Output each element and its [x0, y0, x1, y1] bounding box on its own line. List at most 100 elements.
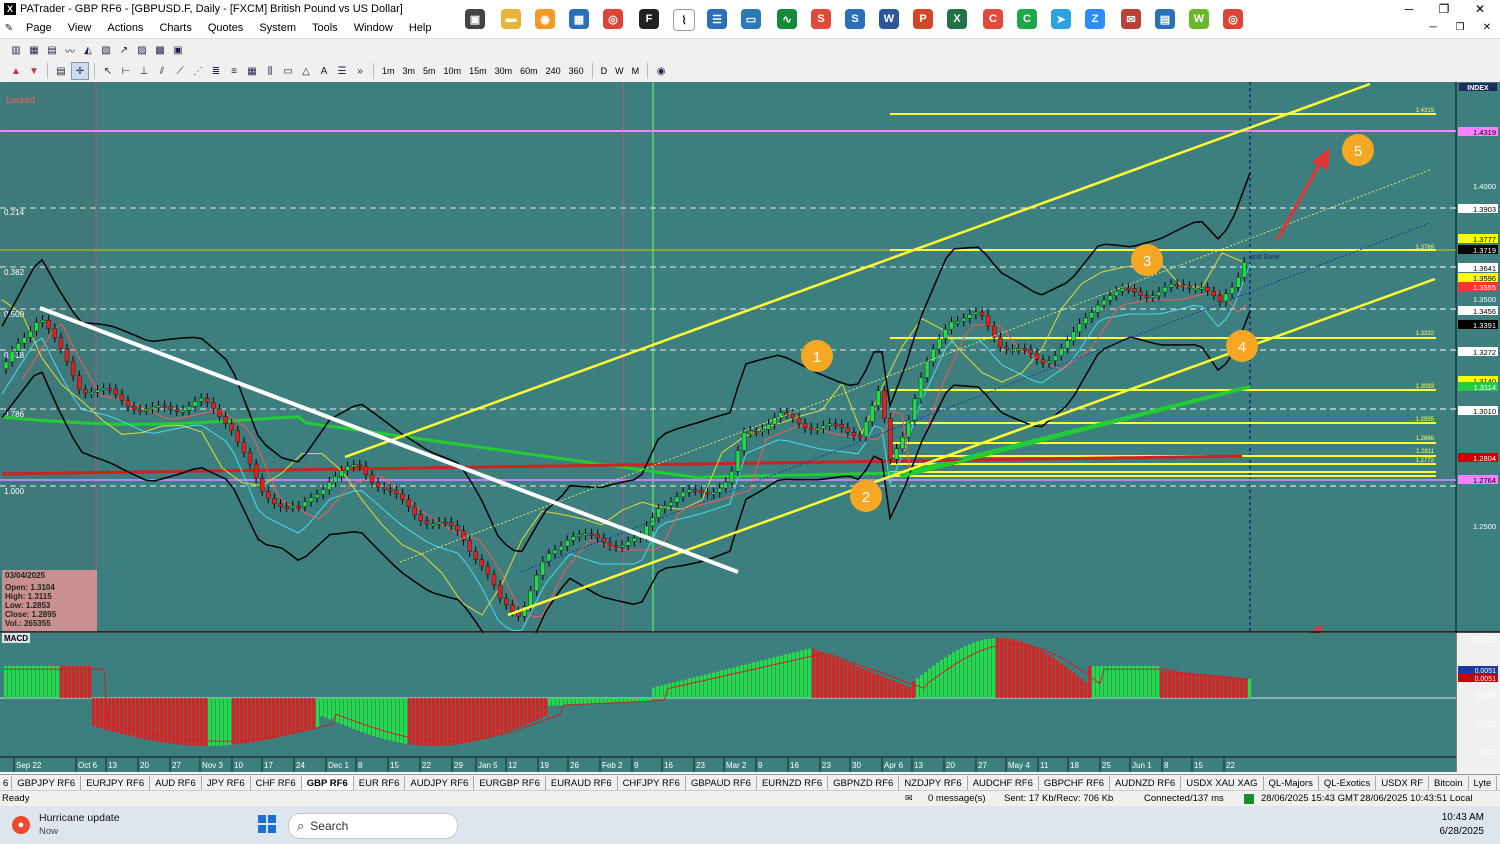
symbol-tab[interactable]: NZDJPY RF6 [899, 775, 968, 791]
vertical-line-icon[interactable]: ⊥ [136, 63, 152, 79]
bar-chart-icon[interactable]: ▥ [8, 42, 24, 58]
file-explorer-icon[interactable]: ▬ [501, 9, 521, 29]
telegram-icon[interactable]: ➤ [1051, 9, 1071, 29]
rectangle-icon[interactable]: ▭ [280, 63, 296, 79]
fan-icon[interactable]: ⋰ [190, 63, 206, 79]
menu-help[interactable]: Help [401, 22, 440, 34]
symbol-tab[interactable]: USDX XAU XAG [1181, 775, 1264, 791]
menu-quotes[interactable]: Quotes [200, 22, 251, 34]
pointer-icon[interactable]: ↖ [100, 63, 116, 79]
app-s-icon[interactable]: S [811, 9, 831, 29]
clock-icon[interactable]: ◉ [653, 63, 669, 79]
symbol-tab[interactable]: QL-Majors [1264, 775, 1319, 791]
menu-tools[interactable]: Tools [304, 22, 346, 34]
weather-alert-icon[interactable]: ● [12, 816, 30, 834]
indicator-icon[interactable]: ▣ [170, 42, 186, 58]
crosshair-icon[interactable]: ✛ [71, 62, 89, 80]
app-s2-icon[interactable]: S [845, 9, 865, 29]
tf-1m[interactable]: 1m [378, 66, 399, 76]
tf-60m[interactable]: 60m [516, 66, 542, 76]
powerpoint-icon[interactable]: P [913, 9, 933, 29]
child-close-button[interactable]: ✕ [1470, 18, 1500, 36]
symbol-tab[interactable]: GBPNZD RF6 [828, 775, 900, 791]
word-icon[interactable]: W [879, 9, 899, 29]
page-icon[interactable]: ✎ [1, 20, 17, 36]
menu-system[interactable]: System [251, 22, 304, 34]
symbol-tab[interactable]: GBPAUD RF6 [686, 775, 757, 791]
tf-3m[interactable]: 3m [399, 66, 420, 76]
symbol-tab[interactable]: GBPJPY RF6 [12, 775, 82, 791]
text-icon[interactable]: A [316, 63, 332, 79]
zoom-icon[interactable]: Z [1085, 9, 1105, 29]
chart-app-icon[interactable]: ∿ [777, 9, 797, 29]
menu-actions[interactable]: Actions [99, 22, 151, 34]
calendar-icon[interactable]: ▤ [1155, 9, 1175, 29]
symbol-tab[interactable]: CHF RF6 [251, 775, 302, 791]
symbol-tab[interactable]: AUDJPY RF6 [405, 775, 475, 791]
symbol-tab[interactable]: JPY RF6 [202, 775, 251, 791]
mail-app-icon[interactable]: ✉ [1121, 9, 1141, 29]
tf-30m[interactable]: 30m [491, 66, 517, 76]
symbol-tab[interactable]: QL-Exotics [1319, 775, 1377, 791]
fib-icon[interactable]: ≣ [208, 63, 224, 79]
tf-360[interactable]: 360 [565, 66, 588, 76]
symbol-tab[interactable]: GBPCHF RF6 [1039, 775, 1111, 791]
patrader-icon[interactable]: ⌇ [673, 9, 695, 31]
symbol-tab[interactable]: EURAUD RF6 [546, 775, 618, 791]
symbol-tab[interactable]: AUDNZD RF6 [1110, 775, 1182, 791]
candle-chart-icon[interactable]: ▦ [26, 42, 42, 58]
chrome-icon[interactable]: ◎ [603, 9, 623, 29]
histogram-icon[interactable]: ▩ [152, 42, 168, 58]
fc-app-icon[interactable]: F [639, 9, 659, 29]
symbol-tab[interactable]: GBP RF6 [301, 775, 354, 791]
fib-ext-icon[interactable]: ≡ [226, 63, 242, 79]
symbol-tab[interactable]: AUDCHF RF6 [968, 775, 1039, 791]
symbol-tab[interactable]: CHFJPY RF6 [618, 775, 686, 791]
symbol-tab[interactable]: EURGBP RF6 [474, 775, 546, 791]
minimize-button[interactable]: ─ [1392, 0, 1426, 18]
symbol-tab[interactable]: EURJPY RF6 [81, 775, 151, 791]
cycle-icon[interactable]: ⫼ [262, 63, 278, 79]
symbol-tab[interactable]: EURNZD RF6 [757, 775, 829, 791]
symbol-tab[interactable]: Lyte [1469, 775, 1498, 791]
symbol-tab[interactable]: Bitcoin [1429, 775, 1469, 791]
ohlc-chart-icon[interactable]: ▤ [44, 42, 60, 58]
menu-page[interactable]: Page [18, 22, 60, 34]
windows-start-icon[interactable] [258, 815, 276, 833]
menu-window[interactable]: Window [346, 22, 401, 34]
zoom-in-icon[interactable]: ▲ [8, 63, 24, 79]
zoom-out-icon[interactable]: ▼ [26, 63, 42, 79]
area-chart-icon[interactable]: ◭ [80, 42, 96, 58]
app-w-icon[interactable]: W [1189, 9, 1209, 29]
menu-view[interactable]: View [60, 22, 100, 34]
calculator-icon[interactable]: ▦ [569, 9, 589, 29]
volume-chart-icon[interactable]: ▨ [134, 42, 150, 58]
trend-chart-icon[interactable]: ↗ [116, 42, 132, 58]
menu-charts[interactable]: Charts [151, 22, 199, 34]
app-icon[interactable]: ◉ [535, 9, 555, 29]
price-chart[interactable]: INDEX Locked 0.214 0.382 0.500 0.618 0.7… [0, 82, 1500, 772]
chart-icon[interactable]: ▤ [53, 63, 69, 79]
symbol-tab[interactable]: EUR RF6 [354, 775, 406, 791]
triangle-icon[interactable]: △ [298, 63, 314, 79]
tf-m[interactable]: M [628, 66, 644, 76]
taskbar-search-box[interactable]: ⌕ Search [288, 813, 458, 839]
tf-240[interactable]: 240 [542, 66, 565, 76]
tf-d[interactable]: D [597, 66, 612, 76]
maximize-button[interactable]: ❐ [1427, 0, 1461, 18]
chrome2-icon[interactable]: ◎ [1223, 9, 1243, 29]
gann-icon[interactable]: ▦ [244, 63, 260, 79]
app-c-icon[interactable]: C [983, 9, 1003, 29]
more-icon[interactable]: » [352, 63, 368, 79]
task-view-icon[interactable]: ▣ [465, 9, 485, 29]
close-button[interactable]: ✕ [1463, 0, 1497, 18]
levels-icon[interactable]: ☰ [334, 63, 350, 79]
tab-scroll-left[interactable]: 6 [0, 775, 13, 791]
horizontal-line-icon[interactable]: ⊢ [118, 63, 134, 79]
tf-10m[interactable]: 10m [440, 66, 466, 76]
line-chart-icon[interactable]: 〰 [62, 42, 78, 58]
remote-icon[interactable]: ▭ [741, 9, 761, 29]
tf-w[interactable]: W [611, 66, 628, 76]
tf-5m[interactable]: 5m [419, 66, 440, 76]
notification-title[interactable]: Hurricane update [39, 812, 120, 824]
